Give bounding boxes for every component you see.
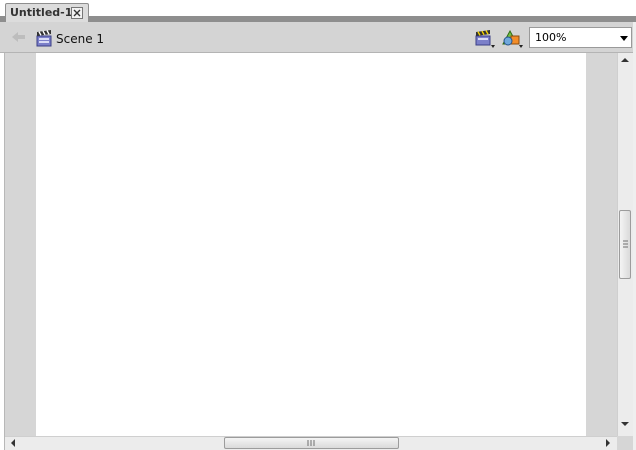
chevron-down-icon[interactable] — [620, 36, 628, 41]
document-tab-title: Untitled-1 — [10, 6, 73, 19]
edit-scene-icon — [475, 30, 495, 48]
zoom-value: 100% — [535, 31, 567, 44]
scroll-up-arrow-icon[interactable] — [619, 56, 631, 64]
zoom-select[interactable]: 100% — [529, 27, 632, 48]
back-arrow-icon[interactable] — [11, 31, 27, 43]
clapperboard-icon — [36, 30, 52, 47]
grip-icon — [307, 440, 315, 446]
scroll-left-arrow-icon[interactable] — [9, 438, 17, 448]
vertical-scroll-thumb[interactable] — [619, 210, 631, 279]
scroll-down-arrow-icon[interactable] — [619, 420, 631, 428]
scene-name: Scene 1 — [56, 32, 105, 46]
horizontal-scroll-thumb[interactable] — [224, 437, 399, 449]
stage[interactable] — [36, 53, 586, 436]
scrollbar-corner — [617, 436, 633, 450]
scroll-right-arrow-icon[interactable] — [604, 438, 612, 448]
tab-close-button[interactable] — [71, 7, 83, 19]
edit-symbols-icon — [502, 29, 523, 48]
edit-scene-button[interactable] — [474, 28, 498, 50]
close-icon — [73, 9, 81, 17]
edit-symbols-button[interactable] — [502, 28, 526, 50]
grip-icon — [623, 240, 628, 248]
